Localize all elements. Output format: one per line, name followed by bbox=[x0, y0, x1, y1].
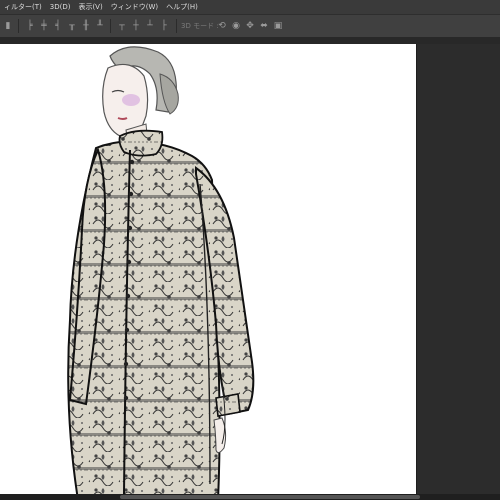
menu-window[interactable]: ウィンドウ(W) bbox=[107, 0, 162, 14]
3d-slide-icon[interactable]: ⬌ bbox=[258, 20, 270, 32]
menu-bar: ィルター(T) 3D(D) 表示(V) ウィンドウ(W) ヘルプ(H) bbox=[0, 0, 500, 14]
right-panel-area bbox=[416, 44, 500, 494]
distribute-vcenter-icon[interactable]: ┼ bbox=[130, 20, 142, 32]
options-bar: ▮ ╞ ╪ ╡ ╥ ╫ ╨ ┬ ┼ ┴ ├ 3D モード : ⟲ ◉ ✥ ⬌ ▣ bbox=[0, 14, 500, 38]
align-top-icon[interactable]: ╥ bbox=[66, 20, 78, 32]
3d-scale-icon[interactable]: ▣ bbox=[272, 20, 284, 32]
menu-filter[interactable]: ィルター(T) bbox=[0, 0, 46, 14]
scrollbar-thumb[interactable] bbox=[120, 495, 420, 499]
align-right-icon[interactable]: ╡ bbox=[52, 20, 64, 32]
align-bottom-icon[interactable]: ╨ bbox=[94, 20, 106, 32]
align-left-edges-icon[interactable]: ▮ bbox=[2, 20, 14, 32]
distribute-left-icon[interactable]: ├ bbox=[158, 20, 170, 32]
distribute-bottom-icon[interactable]: ┴ bbox=[144, 20, 156, 32]
menu-view[interactable]: 表示(V) bbox=[74, 0, 106, 14]
align-vcenter-icon[interactable]: ╫ bbox=[80, 20, 92, 32]
separator bbox=[18, 19, 19, 33]
horizontal-scrollbar[interactable] bbox=[0, 494, 500, 500]
separator bbox=[110, 19, 111, 33]
separator bbox=[176, 19, 177, 33]
3d-mode-label: 3D モード : bbox=[181, 22, 219, 30]
align-hcenter-icon[interactable]: ╪ bbox=[38, 20, 50, 32]
3d-roll-icon[interactable]: ◉ bbox=[230, 20, 242, 32]
document-canvas[interactable] bbox=[0, 44, 416, 494]
menu-3d[interactable]: 3D(D) bbox=[46, 0, 75, 14]
align-left-icon[interactable]: ╞ bbox=[24, 20, 36, 32]
fashion-illustration bbox=[67, 46, 255, 494]
menu-help[interactable]: ヘルプ(H) bbox=[162, 0, 202, 14]
3d-pan-icon[interactable]: ✥ bbox=[244, 20, 256, 32]
3d-rotate-icon[interactable]: ⟲ bbox=[216, 20, 228, 32]
distribute-top-icon[interactable]: ┬ bbox=[116, 20, 128, 32]
